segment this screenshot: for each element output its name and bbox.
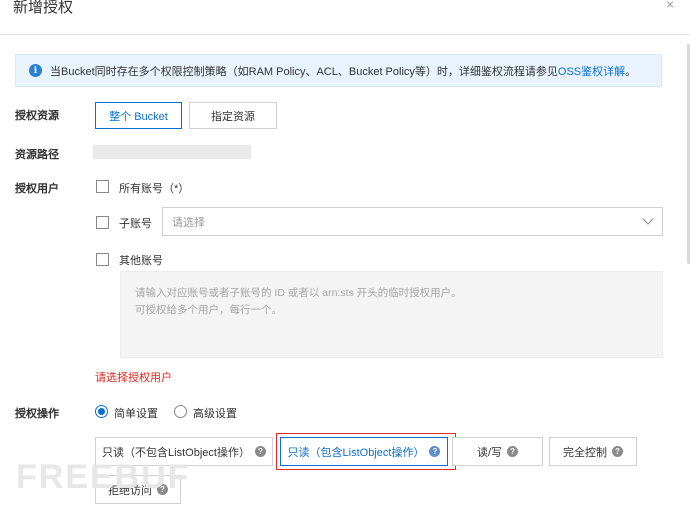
account-id-textarea[interactable]: 请输入对应账号或者子账号的 ID 或者以 arn:sts 开头的临时授权用户。 … — [120, 271, 663, 358]
dialog-title: 新增授权 — [13, 0, 74, 16]
watermark: FREEBUF — [16, 458, 191, 496]
oss-auth-link[interactable]: OSS鉴权详解 — [558, 63, 625, 79]
other-account-checkbox[interactable] — [96, 253, 109, 266]
help-icon[interactable]: ? — [612, 446, 623, 457]
help-icon[interactable]: ? — [429, 446, 441, 457]
sub-account-label: 子账号 — [119, 218, 152, 230]
operation-label: 授权操作 — [15, 408, 59, 420]
help-icon[interactable]: ? — [254, 446, 266, 457]
info-icon: i — [29, 64, 42, 77]
all-accounts-checkbox[interactable] — [96, 180, 109, 193]
advanced-setting-label: 高级设置 — [193, 408, 237, 420]
notice-text: 当Bucket同时存在多个权限控制策略（如RAM Policy、ACL、Buck… — [50, 65, 558, 78]
specific-resource-button[interactable]: 指定资源 — [189, 102, 277, 129]
header-divider — [0, 34, 690, 35]
notice-suffix: 。 — [625, 65, 637, 78]
close-icon[interactable]: × — [666, 0, 674, 12]
advanced-setting-radio[interactable] — [174, 405, 187, 418]
help-icon[interactable]: ? — [507, 446, 519, 457]
read-write-label: 读/写 — [476, 446, 503, 459]
sub-account-placeholder: 请选择 — [172, 216, 205, 229]
other-account-label: 其他账号 — [119, 255, 163, 267]
readonly-with-list-button[interactable]: 只读（包含ListObject操作）? — [280, 437, 448, 466]
all-accounts-label: 所有账号（*） — [119, 183, 190, 195]
read-write-button[interactable]: 读/写? — [452, 437, 543, 466]
path-label: 资源路径 — [15, 149, 59, 161]
textarea-placeholder-line1: 请输入对应账号或者子账号的 ID 或者以 arn:sts 开头的临时授权用户。 — [135, 287, 462, 299]
sub-account-checkbox[interactable] — [96, 216, 109, 229]
sub-account-select[interactable]: 请选择 — [162, 207, 663, 236]
full-control-label: 完全控制 — [563, 446, 607, 459]
resource-path-value — [93, 145, 251, 159]
chevron-down-icon — [642, 213, 654, 225]
textarea-placeholder-line2: 可授权给多个用户，每行一个。 — [135, 304, 282, 316]
readonly-with-list-label: 只读（包含ListObject操作） — [287, 446, 425, 459]
simple-setting-radio[interactable] — [95, 405, 108, 418]
user-error-message: 请选择授权用户 — [95, 372, 172, 384]
whole-bucket-button[interactable]: 整个 Bucket — [95, 102, 182, 129]
resource-label: 授权资源 — [15, 110, 59, 122]
full-control-button[interactable]: 完全控制? — [549, 437, 637, 466]
info-notice: i 当Bucket同时存在多个权限控制策略（如RAM Policy、ACL、Bu… — [15, 54, 662, 87]
simple-setting-label: 简单设置 — [114, 408, 158, 420]
users-label: 授权用户 — [15, 183, 59, 195]
